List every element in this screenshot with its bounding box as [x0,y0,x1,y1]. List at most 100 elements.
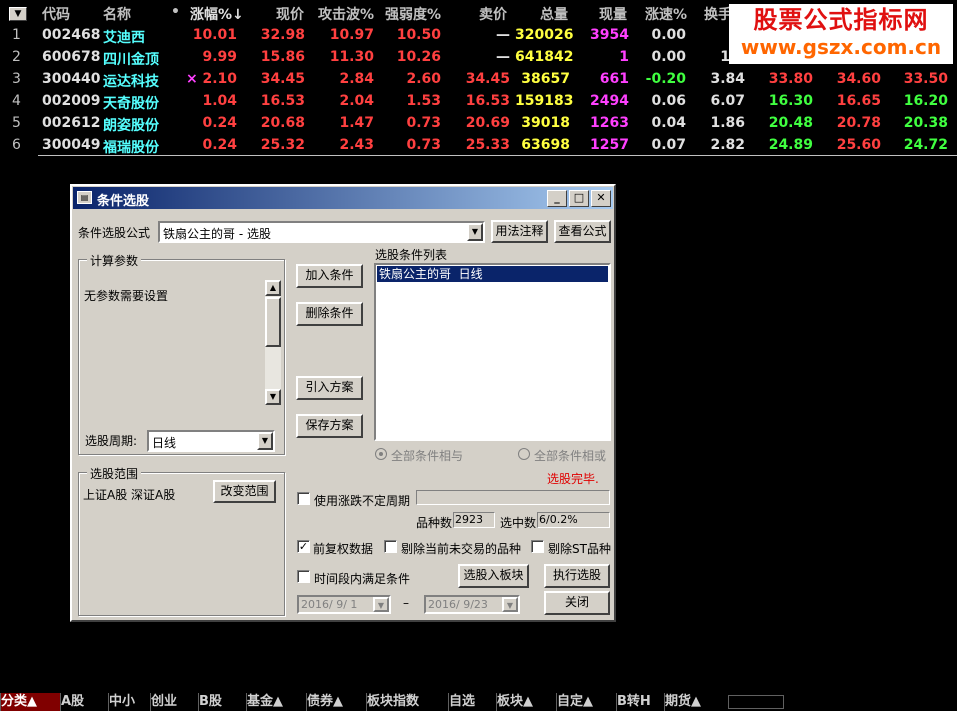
import-plan-button[interactable]: 引入方案 [296,376,363,400]
radio-all-or[interactable] [518,448,530,460]
table-row[interactable]: 6 300049 福瑞股份 0.24 25.32 2.43 0.73 25.33 63698 12… [0,135,957,157]
cell-ask: 16.53 [465,93,510,109]
bottom-tab[interactable]: 板块指数 [366,693,448,711]
cell-volume: 38657 [521,71,570,87]
cell-strength: 10.26 [396,49,441,65]
change-range-button[interactable]: 改变范围 [213,480,276,503]
cell-volume: 159183 [515,93,574,109]
table-row[interactable]: 4 002009 天奇股份 1.04 16.53 2.04 1.53 16.53 159183 2… [0,91,957,113]
period-value: 日线 [152,436,177,450]
exclude-st-label: 剔除ST品种 [548,542,611,556]
cell-attack: 2.84 [339,71,374,87]
bottom-tab[interactable]: 板块▲ [496,693,556,711]
bottom-tab[interactable]: 自选 [448,693,496,711]
cell-price: 16.53 [260,93,305,109]
cell-code: 002612 [42,115,101,131]
forward-adjust-label: 前复权数据 [313,542,374,556]
cell-price: 25.32 [260,137,305,153]
scroll-thumb[interactable] [265,297,281,347]
cell-speed: 0.07 [651,137,686,153]
bottom-tab[interactable]: A股 [60,693,108,711]
cell-code: 600678 [42,49,101,65]
close-icon[interactable]: ✕ [591,190,611,207]
cell-turnover: 3.84 [710,71,745,87]
cell-n: 1 [12,27,21,43]
select-to-block-button[interactable]: 选股入板块 [458,564,529,588]
bottom-tab[interactable]: 期货▲ [664,693,724,711]
scroll-down-icon[interactable]: ▼ [265,389,281,405]
header-volume[interactable]: 总量 [540,4,568,26]
close-button[interactable]: 关闭 [544,591,610,615]
formula-dropdown[interactable]: 铁扇公主的哥 - 选股 ▼ [158,221,485,243]
header-price[interactable]: 现价 [276,4,304,26]
table-row[interactable]: 3 300440 运达科技 × 2.10 34.45 2.84 2.60 34.45 38657 6… [0,69,957,91]
sort-toggle-button[interactable]: ▼ [9,7,27,21]
date-from-value: 2016/ 9/ 1 [301,598,358,611]
time-period-checkbox[interactable] [297,570,310,583]
delete-condition-button[interactable]: 删除条件 [296,302,363,326]
header-code[interactable]: 代码 [42,4,70,26]
cell-c2: 16.65 [836,93,881,109]
chevron-down-icon[interactable]: ▼ [502,597,518,612]
calc-params-group: 计算参数 无参数需要设置 ▲ ▼ 选股周期: 日线 ▼ [78,252,285,455]
cell-c2: 25.60 [836,137,881,153]
header-speed[interactable]: 涨速% [645,4,687,26]
condition-list[interactable]: 铁扇公主的哥 日线 [374,263,611,441]
exclude-st-checkbox[interactable] [531,540,544,553]
time-period-label: 时间段内满足条件 [314,572,411,586]
minimize-icon[interactable]: _ [547,190,567,207]
cell-ask: — [496,49,510,65]
cell-volume: 63698 [521,137,570,153]
bottom-tab[interactable]: B转H [616,693,664,711]
date-to-picker[interactable]: 2016/ 9/23 ▼ [424,595,520,614]
bottom-tab-bar: 分类▲ A股 中小 创业 B股 基金▲ 债券▲ 板块指数 自选 板块▲ 自定▲ B转H 期货▲ [0,693,957,711]
add-condition-button[interactable]: 加入条件 [296,264,363,288]
date-from-picker[interactable]: 2016/ 9/ 1 ▼ [297,595,391,614]
window-icon: ▤ [77,191,92,204]
cell-volume: 320026 [515,27,574,43]
execute-select-button[interactable]: 执行选股 [544,564,610,588]
tab-scroll-bar[interactable] [728,695,784,709]
params-scrollbar[interactable]: ▲ ▼ [265,280,281,405]
header-strength[interactable]: 强弱度% [385,4,441,26]
header-turnover[interactable]: 换手 [704,4,732,26]
bottom-tab[interactable]: 债券▲ [306,693,366,711]
period-dropdown[interactable]: 日线 ▼ [147,430,275,452]
selected-count-value: 6/0.2% [537,512,610,528]
calc-params-title: 计算参数 [87,252,142,269]
forward-adjust-checkbox[interactable]: ✓ [297,540,310,553]
maximize-icon[interactable]: □ [569,190,589,207]
header-flag[interactable]: • [171,4,180,26]
header-attack-wave[interactable]: 攻击波% [318,4,374,26]
dialog-titlebar[interactable]: ▤ 条件选股 _ □ ✕ [73,187,613,209]
header-change-pct[interactable]: 涨幅%↓ [190,4,244,26]
bottom-tab[interactable]: B股 [198,693,246,711]
condition-item[interactable]: 铁扇公主的哥 日线 [377,266,608,282]
bottom-tab[interactable]: 自定▲ [556,693,616,711]
cell-price: 15.86 [260,49,305,65]
usage-notes-button[interactable]: 用法注释 [491,220,548,243]
chevron-down-icon[interactable]: ▼ [373,597,389,612]
cell-turnover: 6.07 [710,93,745,109]
cell-change: 0.24 [202,115,237,131]
bottom-tab[interactable]: 基金▲ [246,693,306,711]
bottom-tab[interactable]: 中小 [108,693,150,711]
header-name[interactable]: 名称 [103,4,131,26]
header-current-volume[interactable]: 现量 [599,4,627,26]
exclude-untraded-checkbox[interactable] [384,540,397,553]
cell-volume: 39018 [521,115,570,131]
cell-change: 9.99 [202,49,237,65]
header-ask[interactable]: 卖价 [479,4,507,26]
table-row[interactable]: 5 002612 朗姿股份 0.24 20.68 1.47 0.73 20.69 39018 12… [0,113,957,135]
chevron-down-icon[interactable]: ▼ [467,223,483,241]
chevron-down-icon[interactable]: ▼ [257,432,273,450]
cell-code: 300049 [42,137,101,153]
bottom-tab[interactable]: 分类▲ [0,693,60,711]
save-plan-button[interactable]: 保存方案 [296,414,363,438]
radio-all-and[interactable] [375,448,387,460]
scroll-up-icon[interactable]: ▲ [265,280,281,296]
use-limit-period-checkbox[interactable] [297,492,310,505]
bottom-tab[interactable]: 创业 [150,693,198,711]
view-formula-button[interactable]: 查看公式 [554,220,611,243]
cell-c3: 16.20 [903,93,948,109]
